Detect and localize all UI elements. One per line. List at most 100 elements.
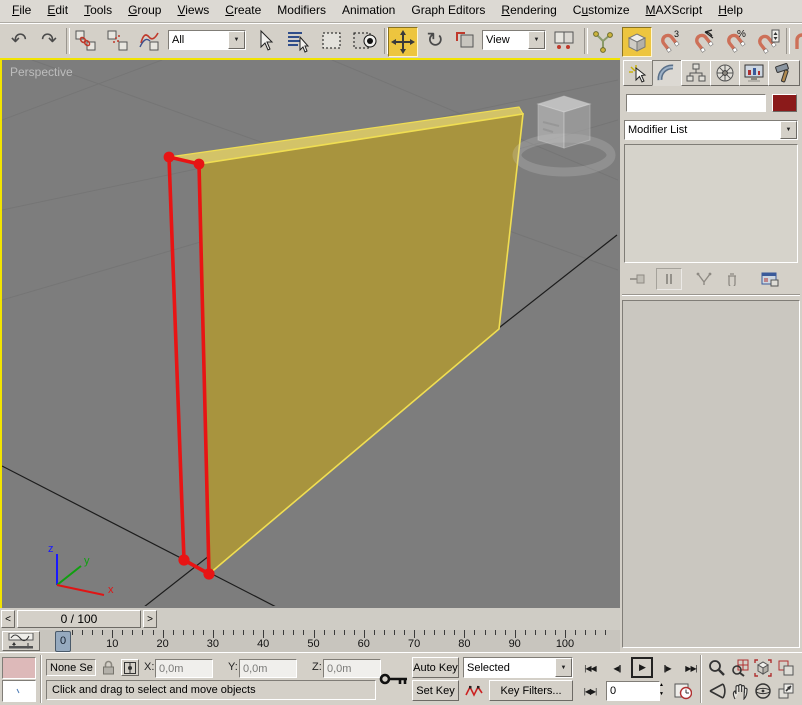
object-color-swatch[interactable] xyxy=(772,94,797,112)
select-and-scale-button[interactable] xyxy=(452,27,478,55)
time-slider[interactable]: < 0 / 100 > xyxy=(0,608,620,630)
menu-help[interactable]: Help xyxy=(710,0,751,22)
tab-create[interactable] xyxy=(623,60,653,86)
menu-file[interactable]: File xyxy=(4,0,39,22)
select-object-button[interactable] xyxy=(252,27,278,55)
select-by-name-button[interactable] xyxy=(284,27,312,55)
previous-frame-arrow[interactable]: < xyxy=(1,610,15,628)
menu-customize[interactable]: Customize xyxy=(565,0,638,22)
use-center-button[interactable] xyxy=(550,27,578,55)
auto-key-button[interactable]: Auto Key xyxy=(412,657,459,678)
selection-filter-dropdown-arrow[interactable]: ▼ xyxy=(228,31,245,49)
keyboard-override-toggle-button[interactable] xyxy=(622,27,652,57)
maxscript-mini-listener-pink[interactable] xyxy=(2,657,36,679)
show-end-result-button[interactable] xyxy=(656,268,682,290)
undo-button[interactable]: ↶ xyxy=(6,27,32,55)
frame-spinner-down[interactable]: ▼ xyxy=(659,691,664,697)
selection-filter-combo[interactable]: All ▼ xyxy=(168,30,246,50)
wall-object[interactable] xyxy=(169,107,523,574)
tab-motion[interactable] xyxy=(710,60,740,86)
snaps-toggle-button[interactable]: 3 xyxy=(656,27,684,55)
modifier-list-combo[interactable]: Modifier List ▼ xyxy=(624,120,798,140)
window-crossing-button[interactable] xyxy=(350,27,380,55)
tab-utilities[interactable] xyxy=(768,60,800,86)
select-and-rotate-button[interactable]: ↻ xyxy=(422,27,448,55)
key-mode-toggle-button[interactable]: |◀▶| xyxy=(580,681,600,701)
menu-animation[interactable]: Animation xyxy=(334,0,403,22)
next-frame-button[interactable]: ||▶ xyxy=(656,658,678,678)
wall-front-face[interactable] xyxy=(199,114,523,574)
unlink-selection-button[interactable] xyxy=(104,27,132,55)
zoom-all-button[interactable] xyxy=(729,657,750,678)
pan-view-button[interactable] xyxy=(729,680,750,701)
y-coordinate-field[interactable] xyxy=(239,659,297,678)
menu-group[interactable]: Group xyxy=(120,0,169,22)
field-of-view-button[interactable] xyxy=(706,680,727,701)
zoom-button[interactable] xyxy=(706,657,727,678)
tab-modify[interactable] xyxy=(652,60,682,86)
frame-spinner-up[interactable]: ▲ xyxy=(659,682,664,688)
zoom-extents-button[interactable] xyxy=(752,657,773,678)
percent-snap-toggle-button[interactable]: % xyxy=(722,27,750,55)
reference-coordinate-dropdown-arrow[interactable]: ▼ xyxy=(528,31,545,49)
selection-region-button[interactable] xyxy=(318,27,346,55)
default-tangent-button[interactable] xyxy=(463,680,485,701)
set-keys-button[interactable] xyxy=(378,657,410,702)
menu-create[interactable]: Create xyxy=(217,0,269,22)
track-bar[interactable]: 0102030405060708090100 0 xyxy=(0,630,620,653)
make-unique-button[interactable] xyxy=(692,268,716,290)
selection-lock-toggle[interactable] xyxy=(100,659,117,676)
clipped-toolbar-button[interactable] xyxy=(790,27,802,55)
perspective-viewport[interactable]: z y x Perspective xyxy=(0,58,624,612)
bind-to-space-warp-button[interactable] xyxy=(136,27,164,55)
frame-spinner[interactable]: ▲ ▼ xyxy=(656,681,667,701)
key-filters-button[interactable]: Key Filters... xyxy=(489,680,573,701)
modifier-list-dropdown-arrow[interactable]: ▼ xyxy=(780,121,797,139)
view-cube[interactable] xyxy=(517,96,611,172)
time-configuration-button[interactable] xyxy=(672,681,694,701)
reference-coordinate-combo[interactable]: View ▼ xyxy=(482,30,546,50)
tab-hierarchy[interactable] xyxy=(681,60,711,86)
go-to-end-button[interactable]: ▶▶| xyxy=(681,658,701,678)
maxscript-mini-listener-white[interactable] xyxy=(2,680,36,702)
current-frame-marker[interactable]: 0 xyxy=(55,631,71,652)
tab-display[interactable] xyxy=(739,60,769,86)
track-bar-ruler[interactable]: 0102030405060708090100 xyxy=(0,630,620,652)
menu-rendering[interactable]: Rendering xyxy=(493,0,564,22)
z-coordinate-field[interactable] xyxy=(323,659,381,678)
select-and-manipulate-button[interactable] xyxy=(590,27,616,55)
menu-views[interactable]: Views xyxy=(169,0,217,22)
go-to-start-button[interactable]: |◀◀ xyxy=(580,658,600,678)
remove-modifier-button[interactable] xyxy=(720,268,744,290)
key-filter-selection-combo[interactable]: Selected ▼ xyxy=(463,657,573,678)
redo-button[interactable]: ↷ xyxy=(36,27,62,55)
pin-stack-button[interactable] xyxy=(626,268,650,290)
next-frame-arrow[interactable]: > xyxy=(143,610,157,628)
x-coordinate-field[interactable] xyxy=(155,659,213,678)
select-and-link-button[interactable] xyxy=(72,27,100,55)
menu-tools[interactable]: Tools xyxy=(76,0,120,22)
key-filter-dropdown-arrow[interactable]: ▼ xyxy=(555,658,572,677)
menu-maxscript[interactable]: MAXScript xyxy=(638,0,711,22)
absolute-mode-toggle[interactable] xyxy=(121,659,139,676)
set-key-button[interactable]: Set Key xyxy=(412,680,459,701)
configure-modifier-sets-button[interactable] xyxy=(758,268,782,290)
menu-edit[interactable]: Edit xyxy=(39,0,76,22)
viewport-label[interactable]: Perspective xyxy=(10,65,73,79)
select-and-move-button[interactable] xyxy=(388,27,418,57)
current-frame-field[interactable] xyxy=(606,681,660,701)
selection-count-field[interactable]: None Se xyxy=(46,659,96,676)
angle-snap-toggle-button[interactable] xyxy=(690,27,718,55)
zoom-extents-all-button[interactable] xyxy=(775,657,796,678)
arc-rotate-button[interactable] xyxy=(752,680,773,701)
rollout-area[interactable] xyxy=(622,300,800,648)
previous-frame-button[interactable]: ◀|| xyxy=(606,658,628,678)
object-name-field[interactable] xyxy=(626,94,766,112)
menu-graph-editors[interactable]: Graph Editors xyxy=(403,0,493,22)
play-animation-button[interactable]: ▶ xyxy=(631,657,653,678)
spinner-snap-toggle-button[interactable] xyxy=(754,27,782,55)
min-max-toggle-button[interactable] xyxy=(775,680,796,701)
modifier-stack-list[interactable] xyxy=(624,144,798,263)
menu-modifiers[interactable]: Modifiers xyxy=(269,0,334,22)
time-slider-handle[interactable]: 0 / 100 xyxy=(17,610,141,628)
